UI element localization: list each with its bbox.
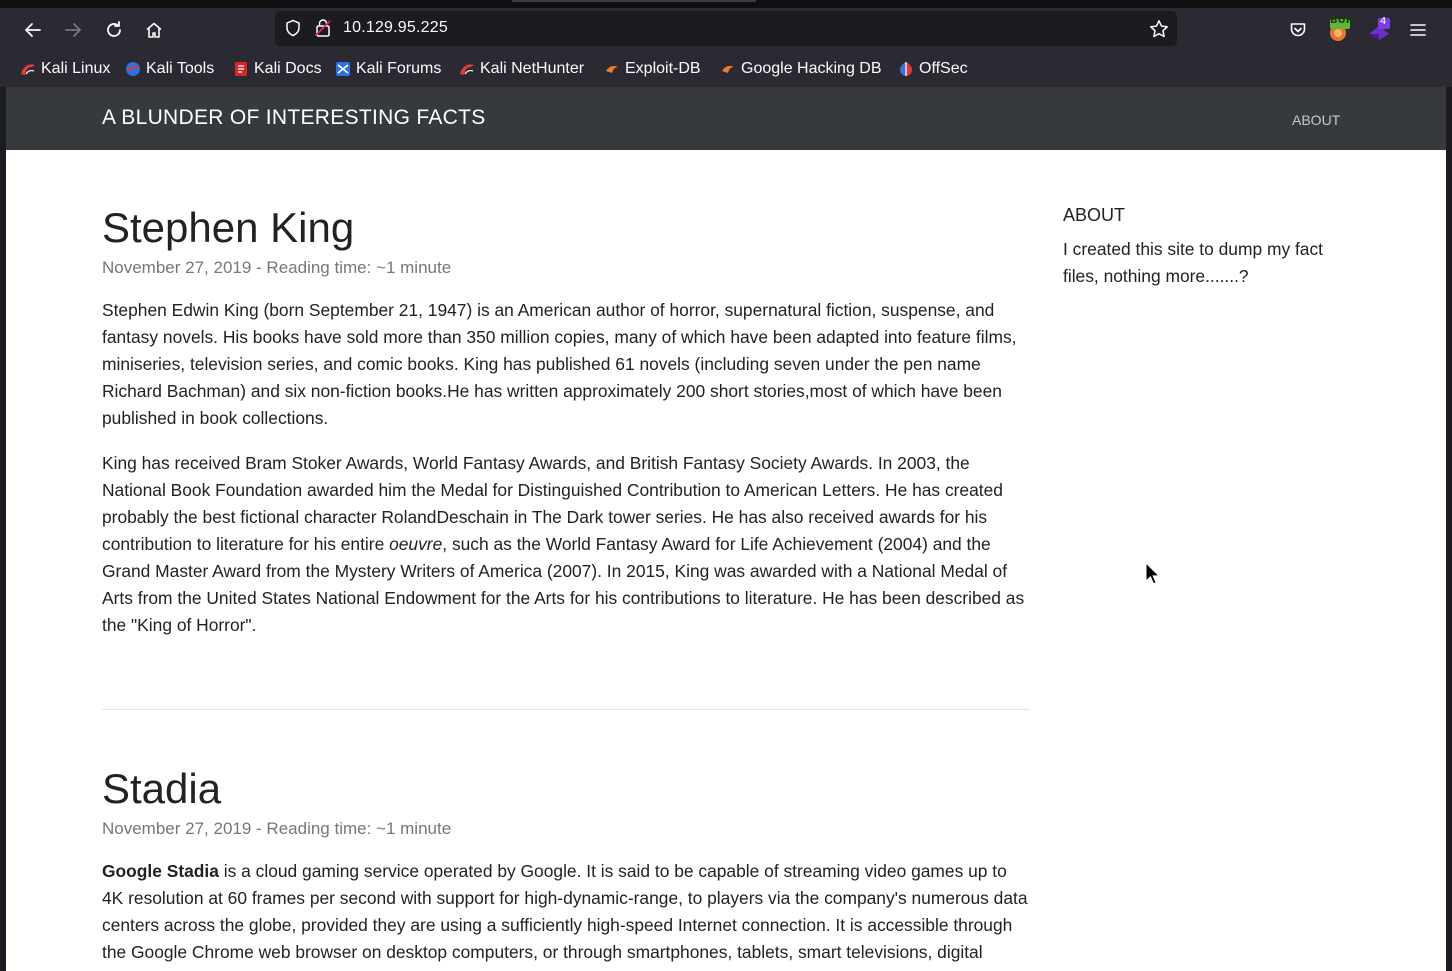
post-paragraph: Google Stadia is a cloud gaming service … — [102, 858, 1030, 971]
post-divider — [102, 709, 1030, 710]
post-paragraph: King has received Bram Stoker Awards, Wo… — [102, 450, 1030, 639]
bookmark-exploit-db[interactable]: Exploit-DB — [604, 59, 701, 79]
back-button[interactable] — [18, 16, 48, 44]
bookmark-label: OffSec — [919, 60, 968, 77]
post-stephen-king: Stephen King November 27, 2019 - Reading… — [102, 204, 1030, 639]
paragraph-text: is a cloud gaming service operated by Go… — [102, 861, 1028, 971]
bookmark-offsec[interactable]: OffSec — [898, 59, 968, 79]
site-header: A BLUNDER OF INTERESTING FACTS ABOUT — [6, 87, 1446, 150]
bookmark-kali-tools[interactable]: Kali Tools — [125, 59, 214, 79]
back-arrow-icon — [25, 23, 41, 37]
ghdb-icon — [722, 66, 734, 73]
post-paragraph: Stephen Edwin King (born September 21, 1… — [102, 300, 1017, 428]
post-stadia: Stadia November 27, 2019 - Reading time:… — [102, 765, 1030, 971]
post-meta: November 27, 2019 - Reading time: ~1 min… — [102, 819, 452, 838]
foxyproxy-extension-button[interactable]: 4 — [1364, 14, 1394, 46]
bold-text: Google Stadia — [102, 861, 219, 881]
bookmark-label: Google Hacking DB — [741, 60, 882, 77]
post-title[interactable]: Stadia — [102, 765, 1030, 813]
pocket-button[interactable] — [1284, 14, 1312, 46]
sidebar-heading: ABOUT — [1063, 205, 1126, 225]
kali-tools-icon — [126, 62, 140, 76]
offsec-icon — [900, 62, 912, 76]
foxyproxy-icon — [1369, 18, 1390, 40]
bookmark-label: Kali Docs — [254, 60, 322, 77]
foxyproxy-badge: 4 — [1380, 16, 1387, 27]
bookmark-kali-forums[interactable]: Kali Forums — [335, 59, 441, 79]
post-meta: November 27, 2019 - Reading time: ~1 min… — [102, 258, 452, 277]
bookmark-google-hacking-db[interactable]: Google Hacking DB — [720, 59, 882, 79]
reload-button[interactable] — [99, 16, 129, 44]
bookmark-label: Kali Tools — [146, 60, 215, 77]
emphasis-text: oeuvre — [389, 534, 443, 554]
bookmarks-toolbar: Kali Linux Kali Tools Kali Docs Kali For… — [0, 52, 1452, 87]
forward-button[interactable] — [58, 16, 88, 44]
home-icon — [146, 22, 162, 38]
insecure-lock-icon[interactable] — [313, 18, 333, 38]
url-text[interactable]: 10.129.95.225 — [343, 19, 448, 37]
navigation-toolbar: 10.129.95.225 BUR 4 — [0, 8, 1452, 52]
forward-arrow-icon — [65, 23, 81, 37]
active-tab[interactable] — [512, 0, 756, 2]
post-title[interactable]: Stephen King — [102, 204, 1030, 252]
bookmark-label: Exploit-DB — [625, 60, 701, 77]
bookmark-label: Kali NetHunter — [480, 60, 585, 77]
sidebar-text: I created this site to dump my fact file… — [1063, 239, 1324, 286]
home-button[interactable] — [139, 16, 169, 44]
bookmark-kali-docs[interactable]: Kali Docs — [233, 59, 322, 79]
reload-icon — [107, 21, 121, 37]
browser-window: 10.129.95.225 BUR 4 Kali Linux Kali Tool… — [0, 0, 1452, 971]
kali-nethunter-icon — [460, 64, 474, 75]
shield-icon[interactable] — [283, 18, 303, 38]
app-menu-button[interactable] — [1404, 14, 1432, 46]
pocket-icon — [1290, 23, 1306, 37]
hamburger-menu-icon — [1410, 24, 1426, 36]
site-title[interactable]: A BLUNDER OF INTERESTING FACTS — [102, 106, 486, 130]
web-page: A BLUNDER OF INTERESTING FACTS ABOUT Ste… — [6, 87, 1446, 971]
nav-link-about[interactable]: ABOUT — [1292, 112, 1340, 128]
tab-strip — [0, 0, 1452, 8]
bookmark-label: Kali Forums — [356, 60, 442, 77]
mouse-pointer-icon — [1145, 562, 1161, 585]
bookmark-kali-linux[interactable]: Kali Linux — [20, 59, 110, 79]
address-bar[interactable]: 10.129.95.225 — [275, 11, 1177, 46]
burp-extension-button[interactable]: BUR — [1324, 14, 1354, 46]
burp-badge: BUR — [1330, 15, 1354, 26]
kali-docs-icon — [235, 62, 247, 76]
bookmark-star-icon[interactable] — [1147, 17, 1171, 41]
sidebar-about: ABOUT I created this site to dump my fac… — [1063, 203, 1363, 290]
exploit-db-icon — [606, 66, 618, 73]
kali-forums-icon — [336, 62, 350, 76]
bookmark-label: Kali Linux — [41, 60, 111, 77]
kali-dragon-icon — [21, 64, 35, 75]
bookmark-kali-nethunter[interactable]: Kali NetHunter — [459, 59, 584, 79]
